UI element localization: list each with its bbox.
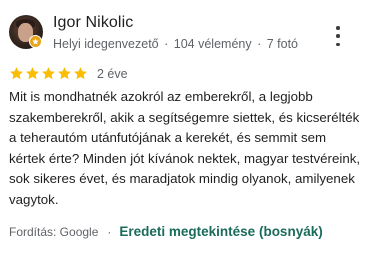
reviewer-info: Helyi idegenvezető · 104 vélemény · 7 fo… <box>53 37 298 51</box>
translated-by-label: Fordítás: Google <box>9 224 99 239</box>
local-guide-badge-icon <box>29 35 42 48</box>
info-separator: · <box>257 37 262 51</box>
review-count: 104 vélemény <box>173 37 252 51</box>
review-text: Mit is mondhatnék azokról az emberekről,… <box>9 89 361 207</box>
star-icon <box>58 67 71 80</box>
star-icon <box>26 67 39 80</box>
rating-row: 2 éve <box>9 66 128 81</box>
star-rating <box>9 66 88 81</box>
show-original-link[interactable]: Eredeti megtekintése (bosnyák) <box>119 224 322 239</box>
reviewer-name[interactable]: Igor Nikolic <box>53 14 133 32</box>
star-icon <box>10 67 23 80</box>
review-footer: Fordítás: Google · Eredeti megtekintése … <box>9 224 323 239</box>
star-icon <box>42 67 55 80</box>
info-separator: · <box>164 37 169 51</box>
menu-dot <box>336 42 340 46</box>
menu-dot <box>336 34 340 38</box>
photo-count: 7 fotó <box>266 37 299 51</box>
more-vert-icon[interactable] <box>330 26 346 46</box>
menu-dot <box>336 26 340 30</box>
review-age: 2 éve <box>97 66 128 81</box>
star-icon <box>74 67 87 80</box>
footer-separator: · <box>107 224 112 239</box>
reviewer-role: Helyi idegenvezető <box>53 37 159 51</box>
